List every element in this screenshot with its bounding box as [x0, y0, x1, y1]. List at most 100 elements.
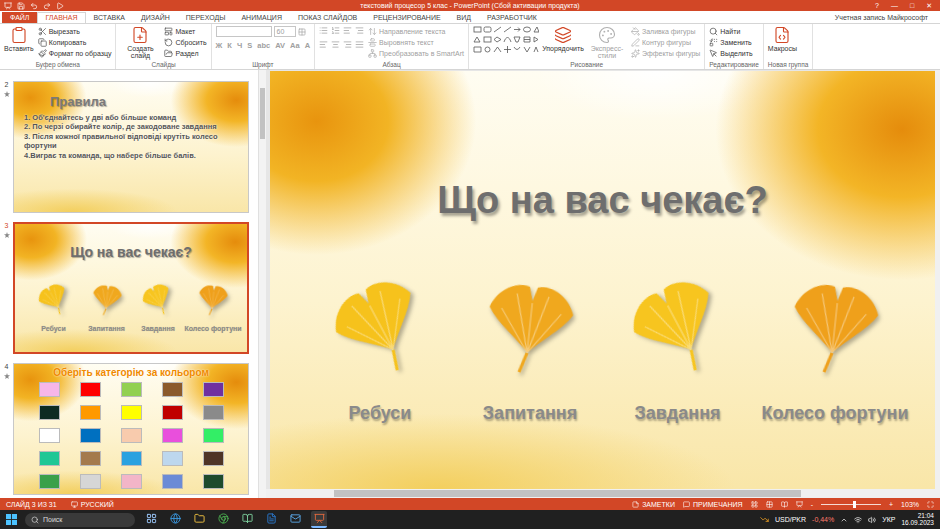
taskbar-app[interactable] [287, 511, 303, 528]
show-hidden-icons-icon[interactable] [840, 516, 848, 524]
undo-icon[interactable] [30, 2, 38, 10]
slide-thumbnail-row[interactable]: 4Оберіть категорію за кольором [0, 363, 258, 495]
volume-icon[interactable] [868, 516, 876, 524]
ribbon-small-button[interactable]: Сбросить [164, 37, 206, 47]
zoom-in-button[interactable]: + [889, 501, 893, 508]
ribbon-group: Создать слайдМакетСброситьРазделСлайды [116, 24, 211, 69]
ribbon-large-button[interactable]: Создать слайд [120, 26, 160, 60]
ribbon-tab[interactable]: ВИД [449, 12, 479, 23]
ribbon-tab[interactable]: ФАЙЛ [2, 12, 37, 23]
windows-start-icon[interactable] [6, 514, 17, 525]
ribbon-tab[interactable]: ГЛАВНАЯ [37, 12, 85, 23]
ribbon-small-button[interactable]: Выровнять текст [368, 37, 464, 47]
window-control-button[interactable]: ? [875, 0, 879, 11]
slide-panel-scrollbar[interactable] [258, 70, 266, 498]
network-icon[interactable] [854, 516, 862, 524]
window-control-button[interactable]: — [891, 0, 898, 11]
ribbon-small-button[interactable]: Макет [164, 26, 206, 36]
taskbar-app[interactable] [143, 511, 159, 528]
ribbon-small-button[interactable]: Копировать [38, 37, 112, 47]
ribbon-small-button[interactable]: Контур фигуры [631, 37, 700, 47]
reset-icon [164, 38, 173, 47]
taskbar-app[interactable] [239, 511, 255, 528]
normal-view-icon[interactable] [751, 501, 758, 508]
font-format-button[interactable]: AV [275, 41, 285, 50]
zoom-out-button[interactable]: - [811, 501, 813, 508]
ribbon-tab[interactable]: ПОКАЗ СЛАЙДОВ [290, 12, 365, 23]
ribbon-tabs: ФАЙЛГЛАВНАЯВСТАВКАДИЗАЙНПЕРЕХОДЫАНИМАЦИЯ… [0, 11, 940, 23]
window-control-button[interactable]: □ [910, 0, 914, 11]
font-format-button[interactable]: S [247, 41, 252, 50]
comments-button[interactable]: ПРИМЕЧАНИЯ [683, 501, 743, 508]
slide-thumbnail-row[interactable]: 3Що на вас чекає?РебусиЗапитанняЗавдання… [0, 222, 258, 354]
category-item[interactable]: Ребуси [305, 275, 455, 424]
zoom-slider[interactable] [821, 504, 881, 505]
fit-to-window-icon[interactable] [927, 501, 934, 508]
category-item[interactable]: Колесо фортуни [750, 275, 920, 424]
slide-thumbnail-row[interactable]: 2Правила1. Об'єднайтесь у дві або більше… [0, 81, 258, 213]
ribbon-tab[interactable]: РЕЦЕНЗИРОВАНИЕ [365, 12, 448, 23]
font-format-button[interactable]: Ж [216, 41, 223, 50]
ribbon-small-button[interactable]: Выделить [709, 48, 752, 58]
arrange-icon [554, 26, 572, 44]
account-link[interactable]: Учетная запись Майкрософт [835, 12, 938, 23]
slide-thumbnail[interactable]: Що на вас чекає?РебусиЗапитанняЗавданняК… [13, 222, 249, 354]
reading-view-icon[interactable] [781, 501, 788, 508]
redo-icon[interactable] [43, 2, 51, 10]
zoom-level[interactable]: 103% [901, 501, 919, 508]
ribbon-small-button[interactable]: Формат по образцу [38, 48, 112, 58]
ribbon-small-button[interactable]: Найти [709, 26, 752, 36]
sorter-view-icon[interactable] [766, 501, 773, 508]
slide-thumbnail[interactable]: Правила1. Об'єднайтесь у дві або більше … [13, 81, 249, 213]
horizontal-scrollbar[interactable] [266, 489, 935, 498]
taskbar-app[interactable] [215, 511, 231, 528]
ribbon-tab[interactable]: РАЗРАБОТЧИК [479, 12, 545, 23]
ribbon-tab[interactable]: ПЕРЕХОДЫ [178, 12, 234, 23]
font-size-field[interactable]: 60 [274, 26, 296, 37]
font-format-button[interactable]: К [227, 41, 232, 50]
ribbon-small-button[interactable]: Преобразовать в SmartArt [368, 48, 464, 58]
notes-button[interactable]: ЗАМЕТКИ [632, 501, 675, 508]
taskbar-app[interactable] [191, 511, 207, 528]
ribbon-large-button[interactable]: Макросы [768, 26, 797, 52]
color-swatch [203, 382, 224, 397]
font-name-field[interactable] [216, 26, 272, 37]
taskbar-app[interactable] [311, 511, 327, 528]
zoom-slider-knob[interactable] [853, 501, 856, 508]
input-language[interactable]: УКР [882, 516, 895, 523]
font-format-button[interactable]: Ч [237, 41, 242, 50]
ribbon-small-button[interactable]: Заливка фигуры [631, 26, 700, 36]
ribbon-large-button[interactable]: Экспресс-стили [587, 26, 627, 60]
ribbon-small-button[interactable]: Вырезать [38, 26, 112, 36]
shapes-gallery-icon[interactable] [473, 26, 539, 56]
justify-icon [355, 40, 364, 49]
ribbon-small-button[interactable]: Раздел [164, 48, 206, 58]
start-slideshow-icon[interactable] [56, 2, 64, 10]
ribbon-tab[interactable]: АНИМАЦИЯ [233, 12, 290, 23]
slide-thumbnail[interactable]: Оберіть категорію за кольором [13, 363, 249, 495]
ribbon-tab[interactable]: ВСТАВКА [86, 12, 133, 23]
vertical-scrollbar[interactable] [935, 70, 940, 489]
save-icon[interactable] [17, 2, 25, 10]
taskbar-app[interactable] [263, 511, 279, 528]
ribbon-small-button[interactable]: Заменить [709, 37, 752, 47]
ribbon-small-button[interactable]: Эффекты фигуры [631, 48, 700, 58]
slideshow-view-icon[interactable] [796, 501, 803, 508]
clock[interactable]: 21:0416.09.2023 [901, 513, 934, 527]
ribbon-small-button[interactable]: Направление текста [368, 26, 464, 36]
taskbar-search[interactable]: Поиск [25, 513, 135, 527]
window-control-button[interactable]: ✕ [926, 0, 932, 11]
category-item[interactable]: Завдання [605, 275, 750, 424]
category-item[interactable]: Запитання [455, 275, 605, 424]
font-format-button[interactable]: A [305, 41, 310, 50]
taskbar-app[interactable] [167, 511, 183, 528]
font-format-button[interactable]: Aa [290, 41, 300, 50]
ribbon-large-button[interactable]: Упорядочить [543, 26, 583, 52]
font-format-button[interactable]: abc [257, 41, 270, 50]
ribbon-group-label: Рисование [473, 61, 700, 69]
scrollbar-thumb[interactable] [260, 88, 265, 139]
ribbon-tab[interactable]: ДИЗАЙН [133, 12, 178, 23]
scrollbar-thumb[interactable] [334, 490, 801, 497]
ribbon-large-button[interactable]: Вставить [4, 26, 34, 52]
language-indicator[interactable]: РУССКИЙ [71, 501, 114, 508]
